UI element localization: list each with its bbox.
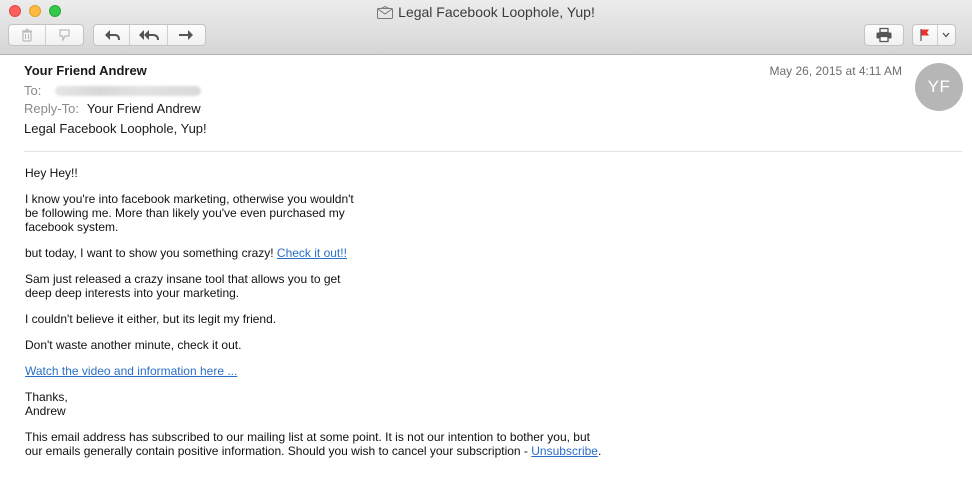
reply-all-icon [138,30,159,41]
body-paragraph: Don't waste another minute, check it out… [25,338,242,352]
to-label: To: [24,83,42,98]
delete-junk-group [8,24,84,46]
forward-button[interactable] [168,25,205,45]
window-title: Legal Facebook Loophole, Yup! [0,3,972,23]
signature-block: Thanks, Andrew [25,390,665,418]
trash-icon [22,28,32,42]
junk-icon [58,29,70,42]
greeting: Hey Hey!! [25,166,78,180]
body-paragraph: I couldn't believe it either, but its le… [25,312,277,326]
body-paragraph: Sam just released a crazy insane tool th… [25,272,341,300]
flag-group [912,24,956,46]
reply-to-label: Reply-To: [24,101,79,116]
delete-button[interactable] [9,25,47,45]
footer-end: . [597,444,602,458]
reply-button[interactable] [94,25,131,45]
envelope-icon [377,5,394,23]
header-divider [24,151,962,152]
body-text: but today, I want to show you something … [25,246,277,260]
reply-icon [104,30,120,41]
flag-menu-button[interactable] [938,25,955,45]
reply-group [93,24,206,46]
footer-text: This email address has subscribed to our… [25,430,590,458]
print-icon [876,27,892,43]
footer-paragraph: This email address has subscribed to our… [25,430,605,458]
message-body: Hey Hey!! I know you're into facebook ma… [25,166,665,470]
window-title-text: Legal Facebook Loophole, Yup! [398,4,595,20]
to-address-redacted[interactable] [55,86,202,96]
reply-to-address[interactable]: Your Friend Andrew [87,101,201,116]
forward-icon [179,30,194,40]
sender-name[interactable]: Your Friend Andrew [24,63,147,78]
reply-to-row: Reply-To: Your Friend Andrew [24,101,201,117]
message-subject: Legal Facebook Loophole, Yup! [24,121,207,136]
message-date: May 26, 2015 at 4:11 AM [769,64,902,78]
body-paragraph: I know you're into facebook marketing, o… [25,192,354,234]
reply-all-button[interactable] [130,25,168,45]
watch-video-link[interactable]: Watch the video and information here ... [25,364,237,378]
unsubscribe-link[interactable]: Unsubscribe [531,444,598,458]
junk-button[interactable] [46,25,83,45]
chevron-down-icon [942,32,950,38]
body-paragraph: but today, I want to show you something … [25,246,665,260]
signoff: Thanks, [25,390,68,404]
check-it-out-link[interactable]: Check it out!! [277,246,347,260]
mail-window: Legal Facebook Loophole, Yup! Your Frien… [0,0,972,504]
flag-icon [920,29,929,41]
to-row: To: [24,83,202,99]
title-bar: Legal Facebook Loophole, Yup! [0,0,972,55]
print-button[interactable] [865,25,903,45]
flag-button[interactable] [913,25,938,45]
print-group [864,24,904,46]
signature: Andrew [25,404,66,418]
avatar: YF [915,63,963,111]
